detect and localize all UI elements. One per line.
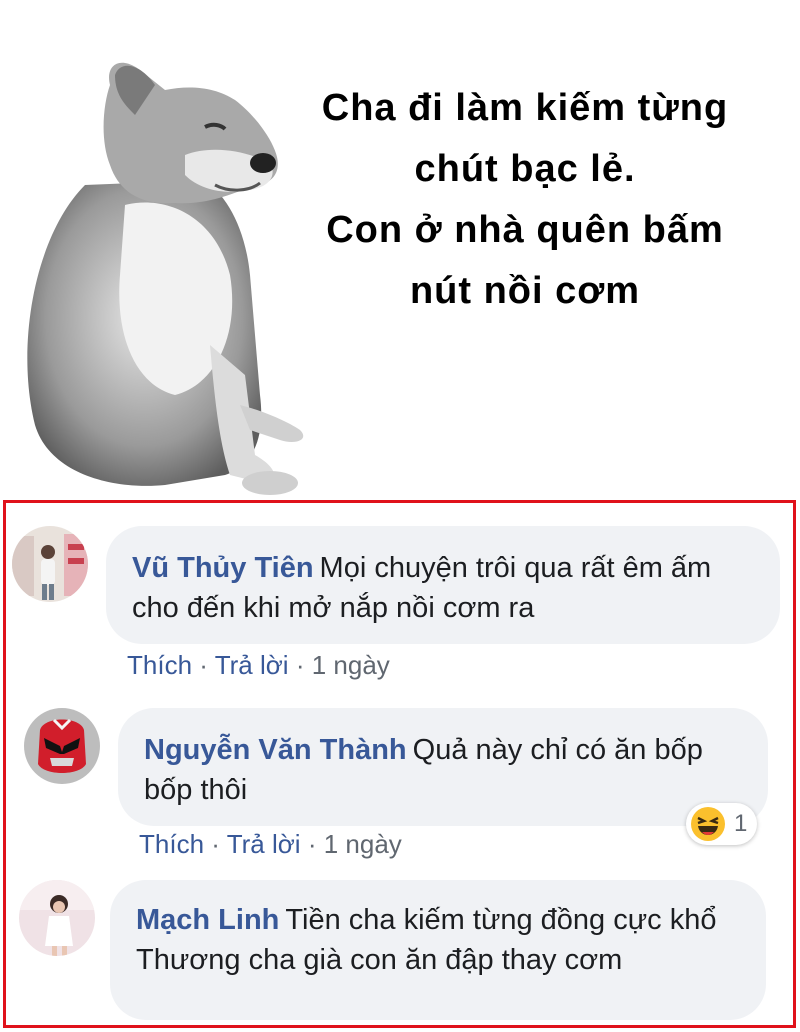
avatar[interactable] xyxy=(19,880,95,956)
separator: · xyxy=(307,829,317,859)
comment-actions: Thích · Trả lời · 1 ngày xyxy=(127,650,390,681)
comment-author[interactable]: Mạch Linh xyxy=(136,904,279,936)
comment-author[interactable]: Vũ Thủy Tiên xyxy=(132,552,314,584)
comment-actions: Thích · Trả lời · 1 ngày xyxy=(139,829,402,860)
comment-bubble: Mạch Linh Tiền cha kiếm từng đồng cực khổ… xyxy=(110,880,766,1020)
like-link[interactable]: Thích xyxy=(127,650,192,680)
reply-link[interactable]: Trả lời xyxy=(215,650,289,680)
comment-bubble: Vũ Thủy Tiên Mọi chuyện trôi qua rất êm ấ… xyxy=(106,526,780,644)
meme-caption: Cha đi làm kiếm từng chút bạc lẻ. Con ở … xyxy=(275,78,775,322)
comment-author[interactable]: Nguyễn Văn Thành xyxy=(144,734,407,766)
timestamp[interactable]: 1 ngày xyxy=(324,829,402,859)
haha-emoji-icon xyxy=(691,807,725,841)
meme-image-area: Cha đi làm kiếm từng chút bạc lẻ. Con ở … xyxy=(0,0,800,500)
comment-text-line2: Thương cha già con ăn đập thay cơm xyxy=(136,944,623,976)
timestamp[interactable]: 1 ngày xyxy=(312,650,390,680)
separator: · xyxy=(295,650,305,680)
red-ranger-helmet-avatar-icon xyxy=(24,708,100,784)
user-avatar-photo-icon xyxy=(19,880,95,956)
separator: · xyxy=(199,650,208,680)
comment-text: Tiền cha kiếm từng đồng cực khổ xyxy=(285,904,717,936)
avatar[interactable] xyxy=(12,526,88,602)
like-link[interactable]: Thích xyxy=(139,829,204,859)
avatar[interactable] xyxy=(24,708,100,784)
reaction-count: 1 xyxy=(734,810,748,837)
caption-line: Cha đi làm kiếm từng xyxy=(321,87,729,129)
caption-line: chút bạc lẻ. xyxy=(414,148,636,190)
comment-bubble: Nguyễn Văn Thành Quả này chỉ có ăn bốp bố… xyxy=(118,708,768,826)
comments-highlight-frame: Vũ Thủy Tiên Mọi chuyện trôi qua rất êm ấ… xyxy=(3,500,796,1028)
separator: · xyxy=(211,829,220,859)
caption-line: nút nồi cơm xyxy=(409,270,641,312)
caption-line: Con ở nhà quên bấm xyxy=(326,209,724,251)
user-avatar-photo-icon xyxy=(12,526,88,602)
reaction-summary[interactable]: 1 xyxy=(686,803,758,845)
reply-link[interactable]: Trả lời xyxy=(227,829,301,859)
